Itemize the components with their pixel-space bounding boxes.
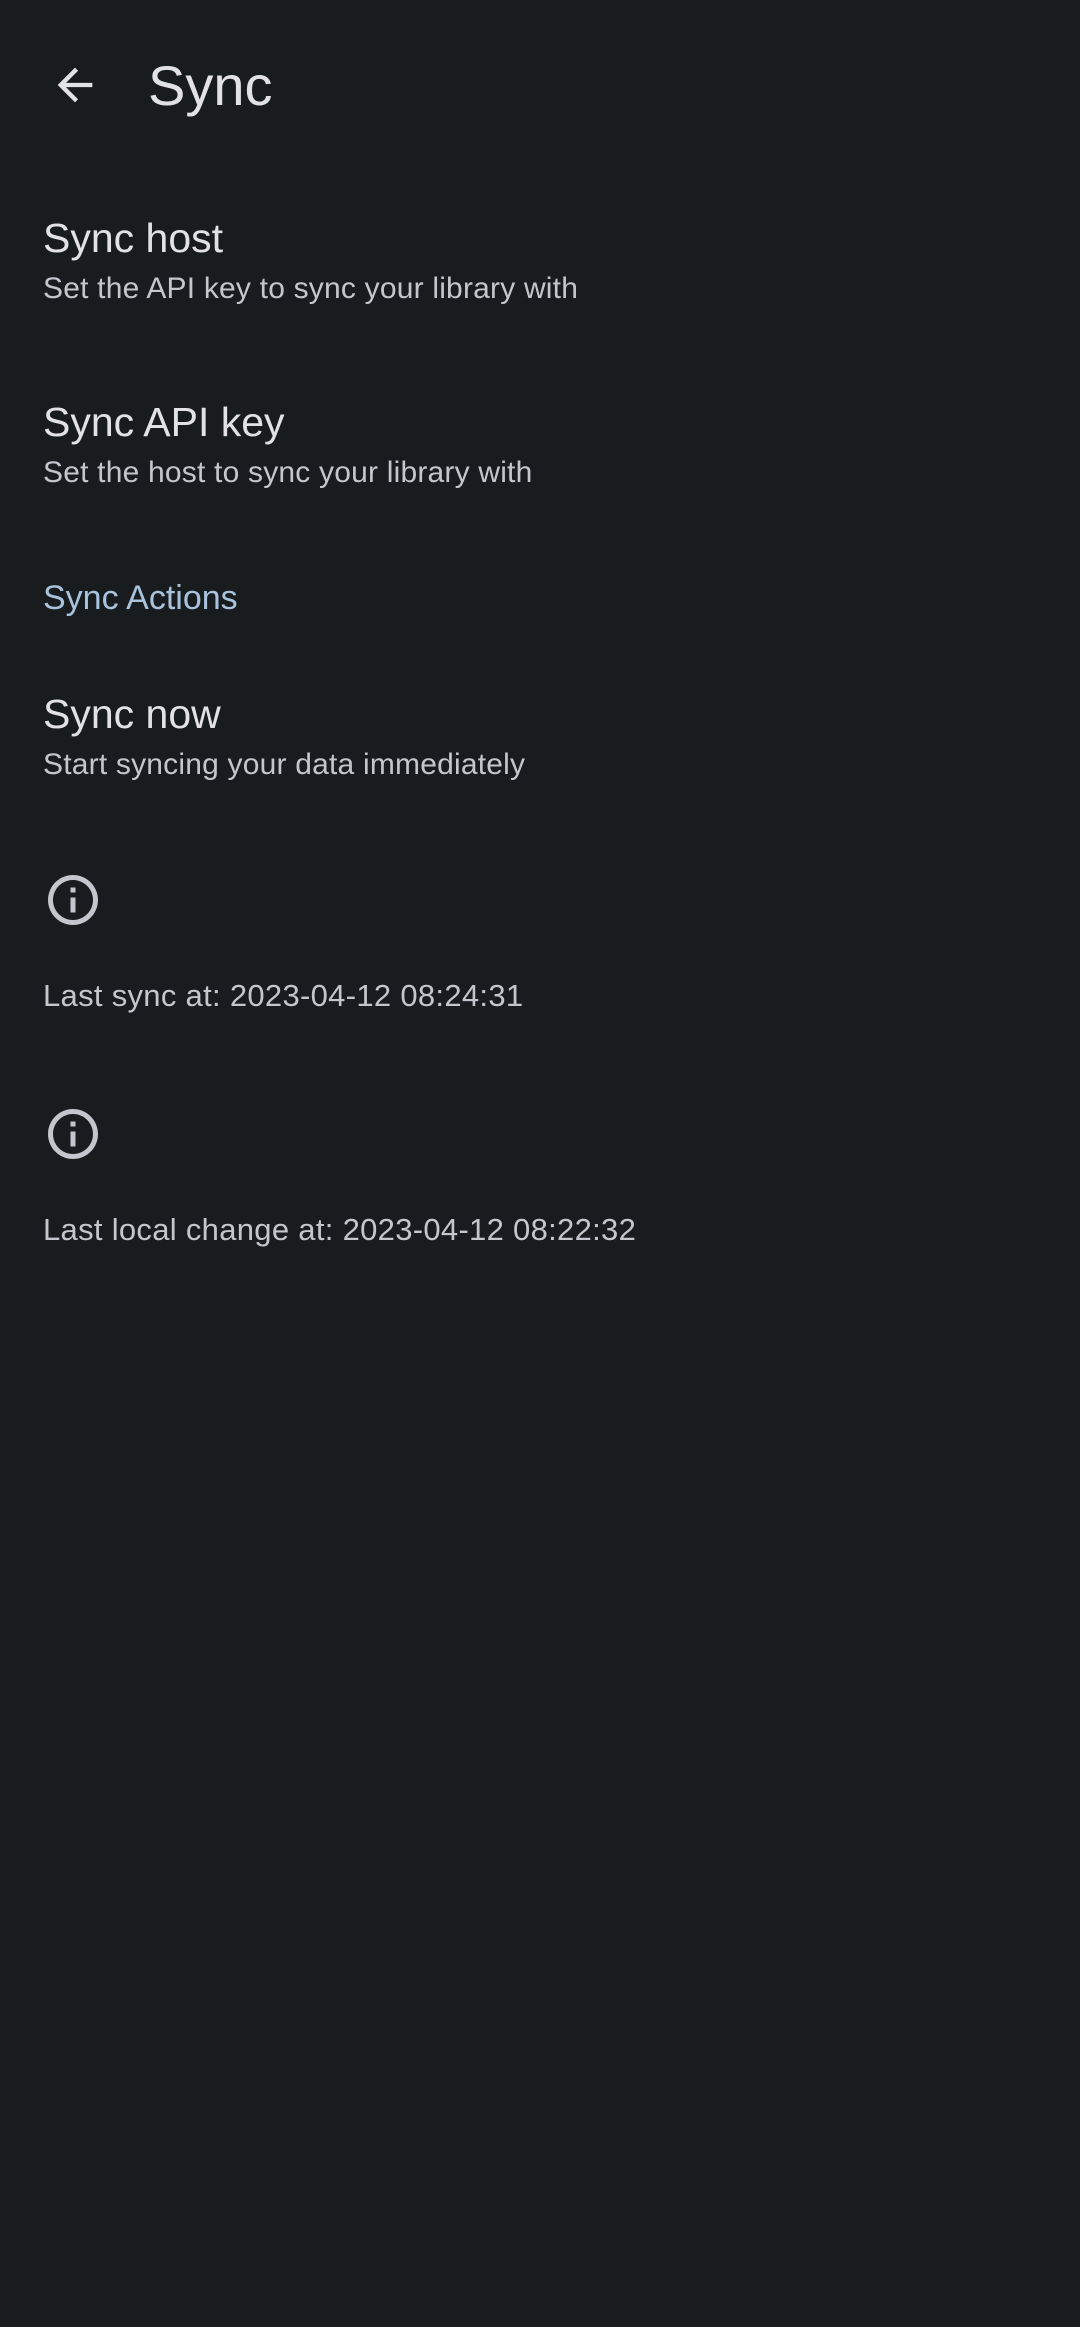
- page-title: Sync: [148, 54, 273, 117]
- sync-now-preference[interactable]: Sync now Start syncing your data immedia…: [0, 666, 1080, 816]
- sync-now-title: Sync now: [43, 691, 221, 737]
- info-icon: [43, 870, 103, 930]
- sync-host-summary: Set the API key to sync your library wit…: [43, 272, 579, 305]
- sync-api-key-title: Sync API key: [43, 399, 285, 445]
- back-button[interactable]: [30, 40, 120, 130]
- sync-api-key-preference[interactable]: Sync API key Set the host to sync your l…: [0, 374, 1080, 524]
- sync-host-title: Sync host: [43, 215, 224, 261]
- last-sync-info: Last sync at: 2023-04-12 08:24:31: [0, 860, 1080, 1040]
- last-local-change-info: Last local change at: 2023-04-12 08:22:3…: [0, 1092, 1080, 1272]
- sync-api-key-summary: Set the host to sync your library with: [43, 456, 533, 489]
- info-icon: [43, 1104, 103, 1164]
- last-local-change-text: Last local change at: 2023-04-12 08:22:3…: [43, 1212, 637, 1247]
- app-bar: Sync: [0, 0, 1080, 172]
- sync-now-summary: Start syncing your data immediately: [43, 748, 526, 781]
- sync-host-preference[interactable]: Sync host Set the API key to sync your l…: [0, 190, 1080, 340]
- arrow-back-icon: [57, 67, 93, 103]
- sync-actions-header: Sync Actions: [43, 579, 238, 617]
- last-sync-text: Last sync at: 2023-04-12 08:24:31: [43, 978, 524, 1013]
